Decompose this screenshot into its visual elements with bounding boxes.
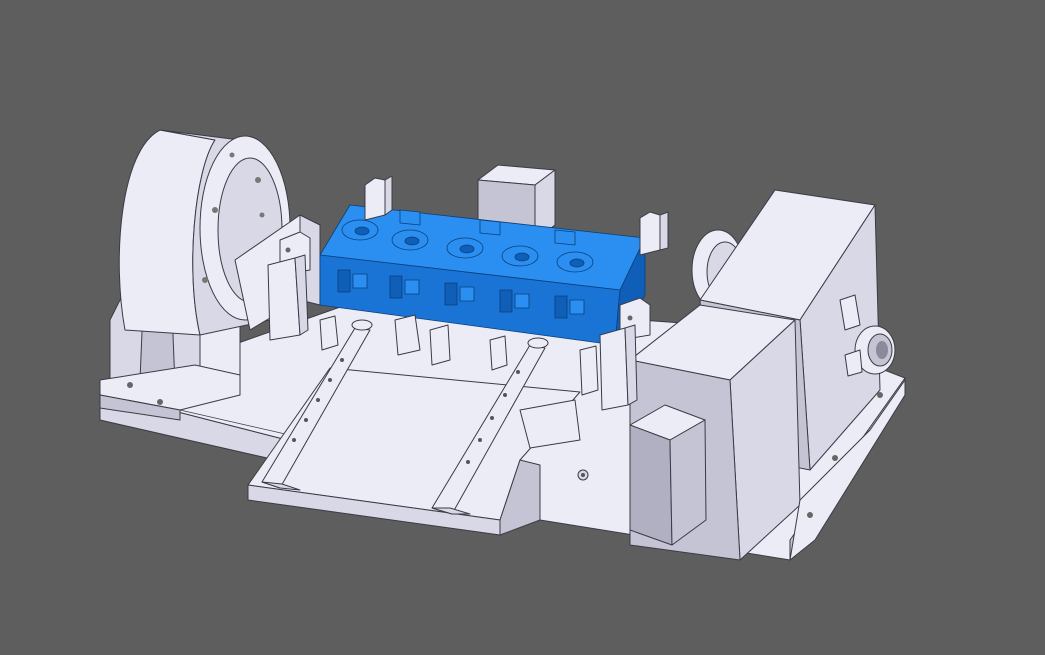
clamp-rear-right[interactable]: [639, 211, 669, 256]
clamp-rear-left[interactable]: [364, 175, 393, 221]
cad-model-render[interactable]: [0, 0, 1045, 655]
right-drive-unit[interactable]: [629, 189, 906, 561]
cad-viewport[interactable]: [0, 0, 1045, 655]
